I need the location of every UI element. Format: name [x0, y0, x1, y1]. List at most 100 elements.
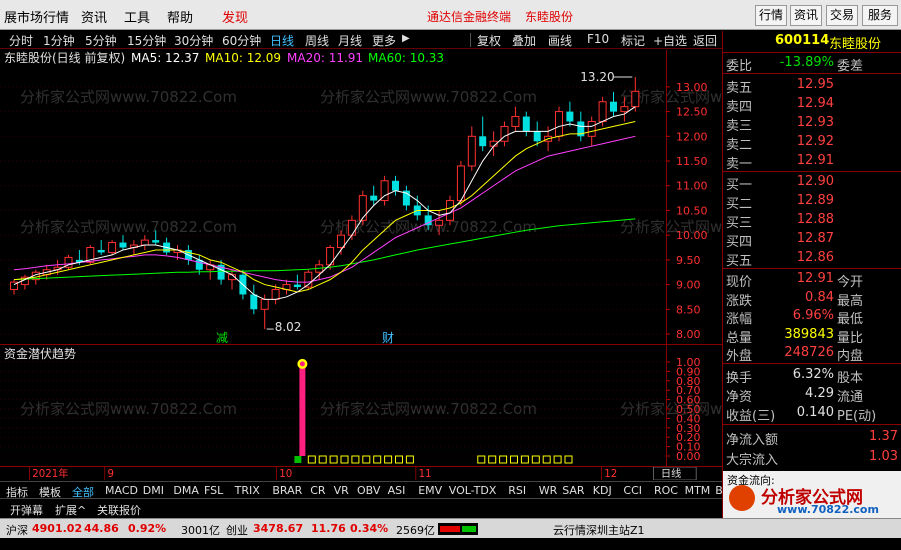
menu-market[interactable]: 展市场行情: [4, 7, 69, 26]
candle-body: [467, 135, 476, 167]
sh-index-label[interactable]: 沪深: [6, 522, 28, 538]
indicator-tab-15[interactable]: RSI: [508, 484, 526, 497]
market-bar-indicator: [438, 523, 478, 535]
y-tick-label: 8.50: [676, 303, 701, 316]
reduce-marker: 减: [216, 331, 228, 344]
ask-value: 12.94: [796, 96, 834, 111]
candle-body: [511, 116, 520, 127]
stat2-label-right: 股本: [837, 371, 864, 386]
ind-tick-label: 0.00: [676, 450, 701, 463]
period-monthly[interactable]: 月线: [338, 32, 362, 49]
sh-index-value: 4901.02: [32, 522, 83, 535]
y-tick-label: 11.50: [676, 155, 708, 168]
candle-body: [358, 195, 367, 221]
menu-help[interactable]: 帮助: [167, 7, 193, 26]
indicator-tab-8[interactable]: BRAR: [272, 484, 302, 497]
bid-value: 12.87: [796, 231, 834, 246]
f10-button[interactable]: F10: [587, 32, 609, 46]
candle-body: [610, 101, 617, 112]
ask-row-0: 卖五 12.95: [723, 77, 901, 96]
draw-line-button[interactable]: 画线: [548, 32, 572, 49]
quote-button[interactable]: 行情: [755, 5, 787, 26]
service-button[interactable]: 服务: [862, 5, 898, 26]
back-button[interactable]: 返回: [693, 32, 717, 49]
cy-index-label[interactable]: 创业: [226, 522, 248, 538]
divider: [470, 33, 471, 47]
stat-label: 总量: [726, 330, 753, 346]
indicator-tab-9[interactable]: CR: [310, 484, 325, 497]
overlay-button[interactable]: 叠加: [512, 32, 536, 49]
add-watchlist-button[interactable]: +自选: [653, 32, 687, 49]
indicator-tab-4[interactable]: DMI: [143, 484, 164, 497]
period-daily[interactable]: 日线: [270, 32, 294, 49]
indicator-tab-10[interactable]: VR: [334, 484, 349, 497]
related-quotes-tab[interactable]: 关联报价: [97, 502, 141, 518]
restore-rights-button[interactable]: 复权: [477, 32, 501, 49]
stat2-value: 6.32%: [792, 367, 834, 382]
indicator-tab-11[interactable]: OBV: [357, 484, 380, 497]
bid-value: 12.88: [796, 212, 834, 227]
candle-body: [250, 294, 258, 310]
indicator-tab-18[interactable]: KDJ: [593, 484, 612, 497]
y-tick-label: 13.00: [676, 81, 708, 94]
candle-body: [97, 249, 105, 253]
indicator-tabs: 指标 模板 全部 MACD DMI DMA FSL TRIX BRAR CR VR OBV ASI EMV…: [0, 481, 743, 499]
indicator-tab-19[interactable]: CCI: [623, 484, 642, 497]
candle-body: [293, 284, 301, 288]
candle-body: [620, 106, 629, 113]
kline-chart[interactable]: 分析家公式网www.70822.Com 分析家公式网www.70822.Com 分析…: [0, 50, 722, 344]
ask-label: 卖一: [726, 157, 753, 172]
period-more[interactable]: 更多: [372, 32, 396, 49]
indicator-chart[interactable]: 分析家公式网www.70822.Com 分析家公式网www.70822.Com 分析…: [0, 344, 722, 466]
stat2-row-2: 收益(三) 0.140 PE(动): [723, 405, 901, 424]
period-1min[interactable]: 1分钟: [43, 32, 75, 49]
menu-news[interactable]: 资讯: [81, 7, 107, 26]
trade-button[interactable]: 交易: [826, 5, 858, 26]
y-tick-label: 11.00: [676, 180, 708, 193]
stat-label: 外盘: [726, 349, 753, 364]
bid-row-2: 买三 12.88: [723, 212, 901, 231]
stat-label: 现价: [726, 275, 753, 290]
candle-body: [271, 289, 280, 300]
menu-discover[interactable]: 发现: [222, 7, 248, 26]
mark-button[interactable]: 标记: [621, 32, 645, 49]
finance-marker: 财: [382, 331, 394, 344]
sh-index-amount: 3001亿: [181, 524, 220, 537]
bid-label: 买一: [726, 178, 753, 193]
stat-label-right: 最高: [837, 293, 864, 309]
period-fenshi[interactable]: 分时: [9, 32, 33, 49]
indicator-tab-5[interactable]: DMA: [173, 484, 199, 497]
news-button[interactable]: 资讯: [790, 5, 822, 26]
app-title-link[interactable]: 通达信金融终端: [427, 8, 511, 25]
period-30min[interactable]: 30分钟: [174, 32, 213, 49]
indicator-tab-16[interactable]: WR: [539, 484, 558, 497]
period-5min[interactable]: 5分钟: [85, 32, 117, 49]
period-weekly[interactable]: 周线: [305, 32, 329, 49]
indicator-tab-12[interactable]: ASI: [388, 484, 406, 497]
ask-label: 卖五: [726, 81, 753, 96]
period-mode-label[interactable]: 日线: [661, 467, 681, 480]
ma60-label: MA60: 10.33: [368, 51, 444, 65]
indicator-tab-14[interactable]: VOL-TDX: [449, 484, 497, 497]
barrage-toggle[interactable]: 开弹幕: [10, 502, 43, 518]
indicator-tab-13[interactable]: EMV: [418, 484, 442, 497]
period-60min[interactable]: 60分钟: [222, 32, 261, 49]
indicator-tab-7[interactable]: TRIX: [235, 484, 260, 497]
stat2-row-0: 换手 6.32% 股本: [723, 367, 901, 386]
ask-label: 卖二: [726, 138, 753, 153]
menu-tools[interactable]: 工具: [124, 7, 150, 26]
server-status[interactable]: 云行情深圳主站Z1: [553, 522, 645, 538]
expand-toggle[interactable]: 扩展^: [55, 502, 86, 518]
indicator-tab-6[interactable]: FSL: [204, 484, 223, 497]
indicator-tab-17[interactable]: SAR: [562, 484, 584, 497]
stock-title-link[interactable]: 东睦股份: [525, 8, 573, 25]
period-15min[interactable]: 15分钟: [127, 32, 166, 49]
indicator-tab-20[interactable]: ROC: [654, 484, 678, 497]
indicator-tab-21[interactable]: MTM: [685, 484, 711, 497]
indicator-tab-3[interactable]: MACD: [105, 484, 138, 497]
stat-value: 0.84: [805, 289, 834, 305]
chevron-down-icon[interactable]: ▶: [402, 33, 410, 44]
y-tick-label: 10.50: [676, 204, 708, 217]
bid-value: 12.90: [796, 174, 834, 189]
ask-value: 12.93: [796, 115, 834, 130]
